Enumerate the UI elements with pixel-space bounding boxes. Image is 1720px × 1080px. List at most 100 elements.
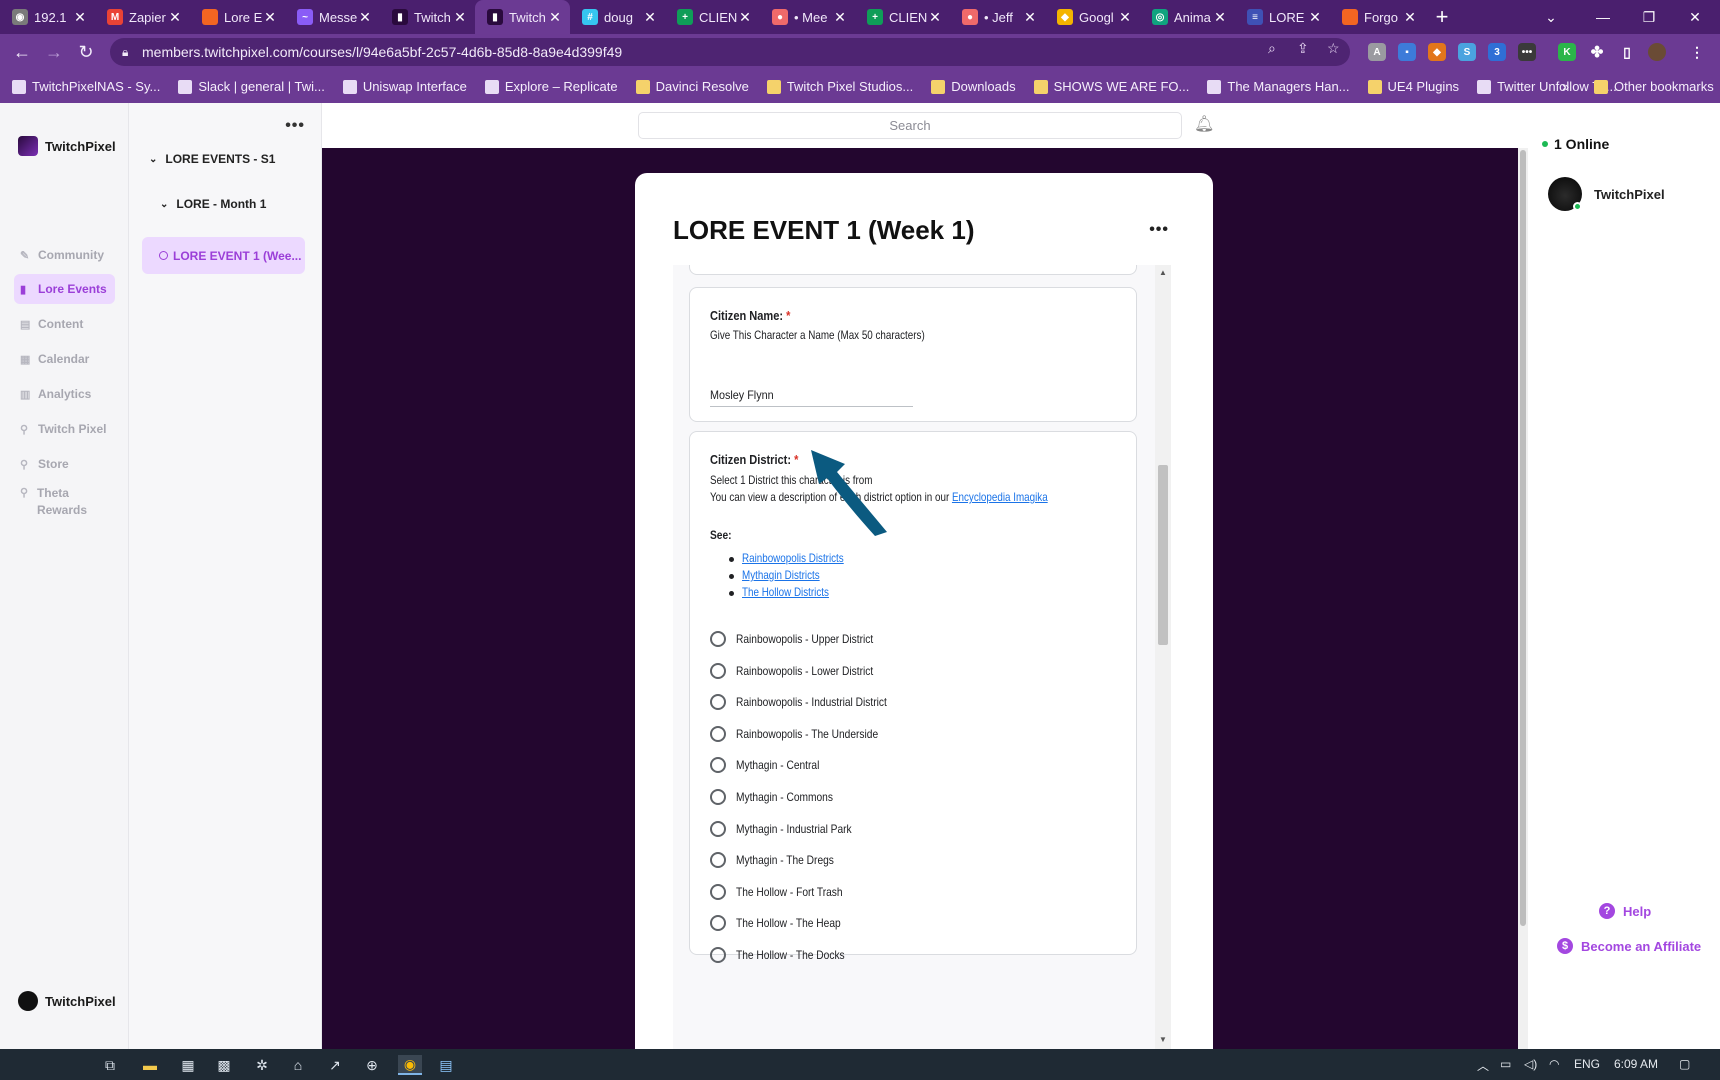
close-tab-icon[interactable]: ✕ [1308, 9, 1322, 26]
restore-icon[interactable]: ❐ [1626, 0, 1672, 34]
calculator-icon[interactable]: ▦ [178, 1055, 198, 1075]
close-tab-icon[interactable]: ✕ [453, 9, 467, 26]
close-tab-icon[interactable]: ✕ [548, 9, 562, 26]
chrome-menu-icon[interactable]: ⋮ [1688, 43, 1706, 61]
district-option[interactable]: Mythagin - Central [710, 755, 834, 775]
minimize-icon[interactable]: — [1580, 0, 1626, 34]
close-tab-icon[interactable]: ✕ [1023, 9, 1037, 26]
zoom-icon[interactable]: ⌕ [1268, 40, 1276, 57]
browser-tab[interactable]: ◉ 192.1 ✕ [0, 0, 95, 34]
district-option[interactable]: Mythagin - The Dregs [710, 850, 851, 870]
outline-section[interactable]: ⌄ LORE EVENTS - S1 [149, 152, 275, 166]
close-tab-icon[interactable]: ✕ [1118, 9, 1132, 26]
scroll-down-icon[interactable]: ▼ [1159, 1035, 1167, 1044]
district-option[interactable]: Rainbowopolis - Industrial District [710, 692, 913, 712]
close-tab-icon[interactable]: ✕ [833, 9, 847, 26]
form-scrollbar-thumb[interactable] [1158, 465, 1168, 645]
radio-button[interactable] [710, 789, 726, 805]
close-window-icon[interactable]: ✕ [1672, 0, 1718, 34]
s-extension-icon[interactable]: S [1458, 43, 1476, 61]
back-icon[interactable]: ← [10, 40, 34, 64]
search-input[interactable]: Search [638, 112, 1182, 139]
wifi-icon[interactable]: ◠ [1549, 1057, 1559, 1071]
browser-tab[interactable]: ≡ LORE ✕ [1235, 0, 1330, 34]
radio-button[interactable] [710, 947, 726, 963]
citizen-name-answer[interactable]: Mosley Flynn [710, 388, 774, 402]
current-user[interactable]: TwitchPixel [18, 991, 116, 1011]
forward-icon[interactable]: → [42, 40, 66, 64]
radio-button[interactable] [710, 725, 726, 742]
browser-tab[interactable]: Lore E ✕ [190, 0, 285, 34]
new-tab-icon[interactable]: + [1425, 0, 1459, 34]
affiliate-link[interactable]: $ Become an Affiliate [1557, 938, 1701, 954]
page-scrollbar-thumb[interactable] [1520, 150, 1526, 926]
browser-tab[interactable]: + CLIEN ✕ [665, 0, 760, 34]
share-icon[interactable]: ⇪ [1297, 40, 1309, 57]
profile-avatar-icon[interactable] [1648, 43, 1666, 61]
battery-icon[interactable]: ▭ [1500, 1057, 1511, 1071]
district-option[interactable]: Rainbowopolis - Lower District [710, 661, 897, 681]
notification-bell-icon[interactable]: 🔔︎ [1194, 114, 1214, 134]
close-tab-icon[interactable]: ✕ [1213, 9, 1227, 26]
stocks-icon[interactable]: ↗ [325, 1055, 345, 1075]
online-member[interactable]: TwitchPixel [1548, 177, 1665, 211]
bookmark-item[interactable]: Slack | general | Twi... [178, 79, 325, 94]
bookmark-item[interactable]: Uniswap Interface [342, 79, 467, 94]
lesson-menu-icon[interactable]: ••• [1149, 221, 1169, 239]
encyclopedia-link[interactable]: Encyclopedia Imagika [952, 490, 1048, 504]
radio-button[interactable] [710, 631, 726, 647]
close-tab-icon[interactable]: ✕ [738, 9, 752, 26]
district-reference-link[interactable]: The Hollow Districts [742, 585, 829, 599]
tab-search-icon[interactable]: ⌄ [1528, 0, 1574, 34]
browser-tab[interactable]: ● • Mee ✕ [760, 0, 855, 34]
volume-icon[interactable]: ◁) [1524, 1057, 1537, 1071]
close-tab-icon[interactable]: ✕ [263, 9, 277, 26]
other-bookmarks[interactable]: Other bookmarks [1594, 79, 1714, 94]
help-link[interactable]: ? Help [1599, 903, 1651, 919]
radio-button[interactable] [710, 915, 726, 932]
adblock-extension-icon[interactable]: A [1368, 43, 1386, 61]
outline-menu-icon[interactable]: ••• [285, 117, 305, 135]
tray-overflow-icon[interactable]: ︿ [1477, 1057, 1489, 1074]
bookmark-item[interactable]: Twitch Pixel Studios... [766, 79, 913, 94]
chrome-taskbar-icon[interactable]: ◉ [398, 1055, 422, 1075]
browser-tab[interactable]: ▮ Twitch ✕ [380, 0, 475, 34]
district-option[interactable]: Mythagin - Industrial Park [710, 819, 872, 839]
metamask-extension-icon[interactable]: ◆ [1428, 43, 1446, 61]
radio-button[interactable] [710, 820, 726, 837]
browser-tab[interactable]: ◆ Googl ✕ [1045, 0, 1140, 34]
notifications-icon[interactable]: ▢ [1679, 1057, 1690, 1071]
district-reference-link[interactable]: Mythagin Districts [742, 568, 820, 582]
bookmark-item[interactable]: Davinci Resolve [635, 79, 749, 94]
language-indicator[interactable]: ENG [1574, 1057, 1600, 1071]
form-scrollbar[interactable]: ▲ ▼ [1155, 265, 1171, 1049]
close-tab-icon[interactable]: ✕ [1403, 9, 1417, 26]
bookmark-item[interactable]: The Managers Han... [1207, 79, 1350, 94]
browser-tab[interactable]: M Zapier ✕ [95, 0, 190, 34]
sidebar-item-calendar[interactable]: ▦ Calendar [14, 344, 115, 374]
radio-button[interactable] [710, 694, 726, 711]
task-view-icon[interactable]: ⧉ [100, 1055, 120, 1075]
close-tab-icon[interactable]: ✕ [643, 9, 657, 26]
dots-extension-icon[interactable]: ••• [1518, 43, 1536, 61]
lock-icon[interactable]: 🔒︎ [122, 45, 134, 60]
notepad-icon[interactable]: ▤ [436, 1055, 456, 1075]
game-controller-icon[interactable]: ⊕ [362, 1055, 382, 1075]
close-tab-icon[interactable]: ✕ [358, 9, 372, 26]
district-option[interactable]: The Hollow - The Heap [710, 913, 859, 933]
close-tab-icon[interactable]: ✕ [168, 9, 182, 26]
browser-tab[interactable]: ~ Messe ✕ [285, 0, 380, 34]
clock[interactable]: 6:09 AM [1614, 1057, 1658, 1071]
browser-tab[interactable]: ◎ Anima ✕ [1140, 0, 1235, 34]
district-option[interactable]: Mythagin - Commons [710, 787, 850, 807]
bookmark-star-icon[interactable]: ☆ [1327, 40, 1340, 57]
shield-extension-icon[interactable]: 3 [1488, 43, 1506, 61]
outline-lesson-active[interactable]: LORE EVENT 1 (Wee... [142, 237, 305, 274]
brand[interactable]: TwitchPixel [18, 136, 116, 156]
k-extension-icon[interactable]: K [1558, 43, 1576, 61]
outline-subsection[interactable]: ⌄ LORE - Month 1 [160, 197, 266, 211]
browser-tab[interactable]: ● • Jeff ✕ [950, 0, 1045, 34]
file-explorer-icon[interactable]: ▬ [140, 1055, 160, 1075]
radio-button[interactable] [710, 757, 726, 774]
close-tab-icon[interactable]: ✕ [928, 9, 942, 26]
